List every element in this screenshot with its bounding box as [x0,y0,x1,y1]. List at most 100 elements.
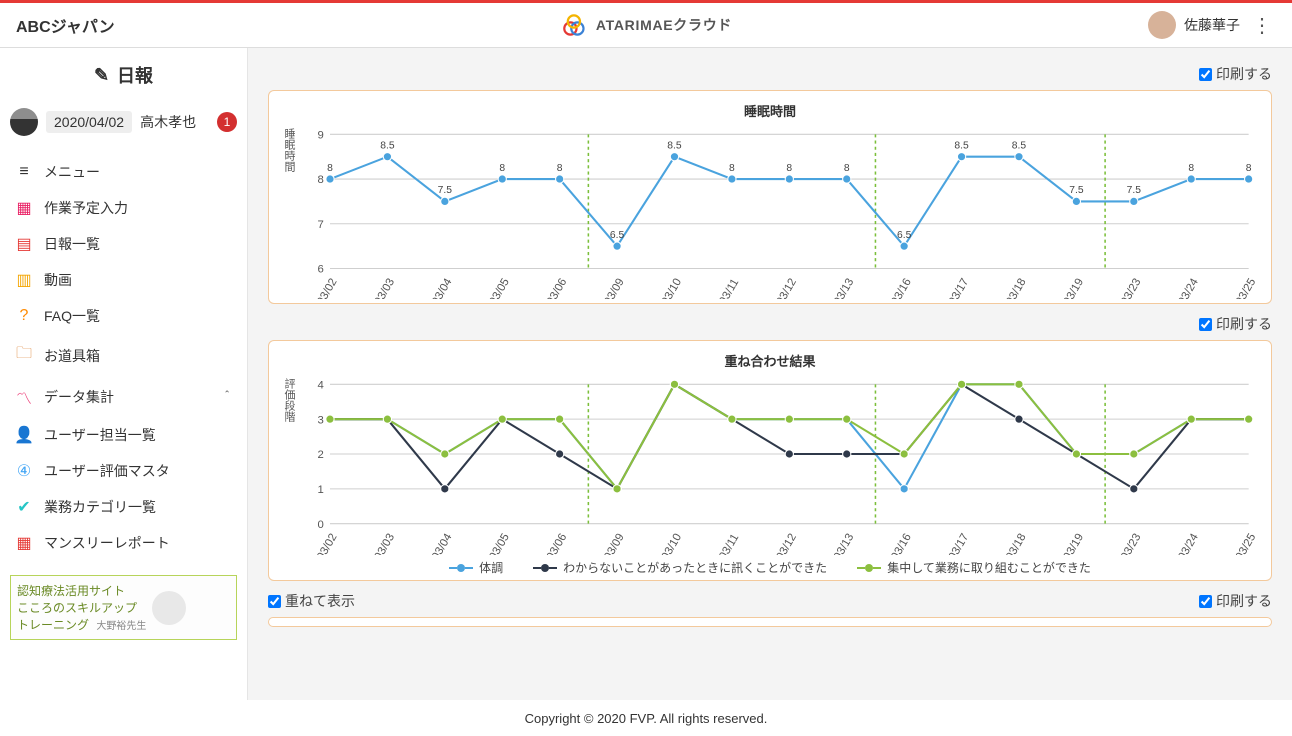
staff-name: 高木孝也 [140,112,196,132]
svg-text:7.5: 7.5 [438,185,453,196]
svg-text:6.5: 6.5 [610,230,625,241]
svg-text:03/03: 03/03 [373,532,398,555]
print-label: 印刷する [1216,591,1272,611]
svg-text:8.5: 8.5 [667,140,682,151]
sidebar-nav: ≡メニュー▦作業予定入力▤日報一覧▥動画?FAQ一覧🗀お道具箱〽データ集計＾👤ユ… [0,150,247,565]
user-menu[interactable]: 佐藤華子 ⋮ [1148,11,1276,39]
sidebar-item-label: データ集計 [44,387,114,407]
svg-text:8: 8 [327,163,333,174]
chevron-up-icon: ＾ [221,389,233,406]
svg-text:03/13: 03/13 [832,532,857,555]
staff-avatar [10,108,38,136]
svg-text:03/04: 03/04 [430,276,455,299]
sidebar-item-9[interactable]: ✔業務カテゴリ一覧 [0,489,247,525]
print-label: 印刷する [1216,314,1272,334]
svg-text:8: 8 [844,163,850,174]
user-icon: 👤 [14,425,34,445]
sidebar-item-5[interactable]: 🗀お道具箱 [0,334,247,377]
promo-line2: こころのスキルアップ [17,599,146,616]
print-checkbox-2[interactable]: 印刷する [1199,314,1272,334]
overlay-checkbox[interactable]: 重ねて表示 [268,591,355,611]
chart-overlay: 重ね合わせ結果 評価段階 0123403/0203/0303/0403/0503… [268,340,1272,581]
sidebar-item-label: 日報一覧 [44,234,100,254]
sidebar-item-3[interactable]: ▥動画 [0,262,247,298]
svg-text:8: 8 [318,174,324,186]
legend-item[interactable]: わからないことがあったときに訊くことができた [533,559,827,576]
svg-text:8.5: 8.5 [954,140,969,151]
svg-text:03/02: 03/02 [315,532,340,555]
staff-date[interactable]: 2020/04/02 [46,111,132,133]
user-name: 佐藤華子 [1184,15,1240,35]
svg-text:03/12: 03/12 [774,276,799,299]
overlay-checkbox-input[interactable] [268,595,281,608]
rating-icon: ④ [14,461,34,481]
svg-text:03/19: 03/19 [1062,276,1087,299]
svg-text:03/18: 03/18 [1004,276,1029,299]
legend-label: わからないことがあったときに訊くことができた [563,559,827,576]
sidebar-item-1[interactable]: ▦作業予定入力 [0,190,247,226]
overlay-label: 重ねて表示 [285,591,355,611]
print-checkbox-3[interactable]: 印刷する [1199,591,1272,611]
sidebar-item-label: 作業予定入力 [44,198,128,218]
sidebar-item-6[interactable]: 〽データ集計＾ [0,377,247,417]
svg-text:03/10: 03/10 [660,276,685,299]
chart-overlay-title: 重ね合わせ結果 [281,351,1259,370]
svg-text:03/09: 03/09 [602,532,627,555]
svg-text:03/11: 03/11 [717,532,741,555]
pencil-icon: ✎ [94,65,109,86]
brand-logo[interactable]: ATARIMAEクラウド [560,11,732,39]
promo-banner[interactable]: 認知療法活用サイト こころのスキルアップ トレーニング 大野裕先生 [10,575,237,640]
svg-text:03/25: 03/25 [1234,276,1259,299]
brand-icon [560,11,588,39]
legend-item[interactable]: 集中して業務に取り組むことができた [857,559,1091,576]
svg-text:03/05: 03/05 [487,532,512,555]
svg-text:03/23: 03/23 [1119,276,1144,299]
sidebar-item-label: お道具箱 [44,346,100,366]
promo-image [152,591,186,625]
sidebar-item-8[interactable]: ④ユーザー評価マスタ [0,453,247,489]
sidebar: ✎ 日報 2020/04/02 高木孝也 1 ≡メニュー▦作業予定入力▤日報一覧… [0,48,248,700]
svg-text:03/17: 03/17 [947,532,972,555]
notification-badge[interactable]: 1 [217,112,237,132]
legend-label: 体調 [479,559,503,576]
sidebar-item-4[interactable]: ?FAQ一覧 [0,298,247,334]
svg-text:03/24: 03/24 [1176,532,1201,555]
svg-text:1: 1 [317,484,323,496]
sidebar-item-label: FAQ一覧 [44,306,100,326]
sidebar-item-label: ユーザー担当一覧 [44,425,156,445]
sidebar-item-label: メニュー [44,162,100,182]
svg-text:03/02: 03/02 [315,276,340,299]
svg-text:03/16: 03/16 [889,532,914,555]
check-icon: ✔ [14,497,34,517]
print-checkbox-input-2[interactable] [1199,318,1212,331]
svg-text:03/17: 03/17 [947,276,972,299]
sidebar-item-10[interactable]: ▦マンスリーレポート [0,525,247,561]
svg-text:6: 6 [318,264,324,276]
svg-text:03/25: 03/25 [1234,532,1259,555]
sidebar-item-7[interactable]: 👤 ユーザー担当一覧 [0,417,247,453]
avatar [1148,11,1176,39]
sidebar-item-0[interactable]: ≡メニュー [0,154,247,190]
footer: Copyright © 2020 FVP. All rights reserve… [0,700,1292,736]
chart-peek [268,617,1272,627]
svg-text:7.5: 7.5 [1069,185,1084,196]
chart-overlay-legend: 体調 わからないことがあったときに訊くことができた 集中して業務に取り組むことができ… [281,559,1259,576]
legend-item[interactable]: 体調 [449,559,503,576]
svg-text:8: 8 [499,163,505,174]
chart-overlay-ylabel: 評価段階 [281,374,299,555]
sidebar-item-2[interactable]: ▤日報一覧 [0,226,247,262]
sidebar-title: ✎ 日報 [0,48,247,102]
kebab-icon[interactable]: ⋮ [1248,13,1276,38]
svg-text:7.5: 7.5 [1127,185,1142,196]
brand-text: ATARIMAEクラウド [596,15,732,35]
staff-row[interactable]: 2020/04/02 高木孝也 1 [0,102,247,142]
print-checkbox-1[interactable]: 印刷する [1199,64,1272,84]
print-row-1: 印刷する [268,64,1272,84]
print-checkbox-input-1[interactable] [1199,68,1212,81]
svg-text:03/04: 03/04 [430,532,455,555]
svg-text:3: 3 [317,415,323,427]
svg-text:0: 0 [317,519,323,531]
svg-text:7: 7 [318,219,324,231]
svg-text:03/18: 03/18 [1004,532,1029,555]
print-checkbox-input-3[interactable] [1199,595,1212,608]
